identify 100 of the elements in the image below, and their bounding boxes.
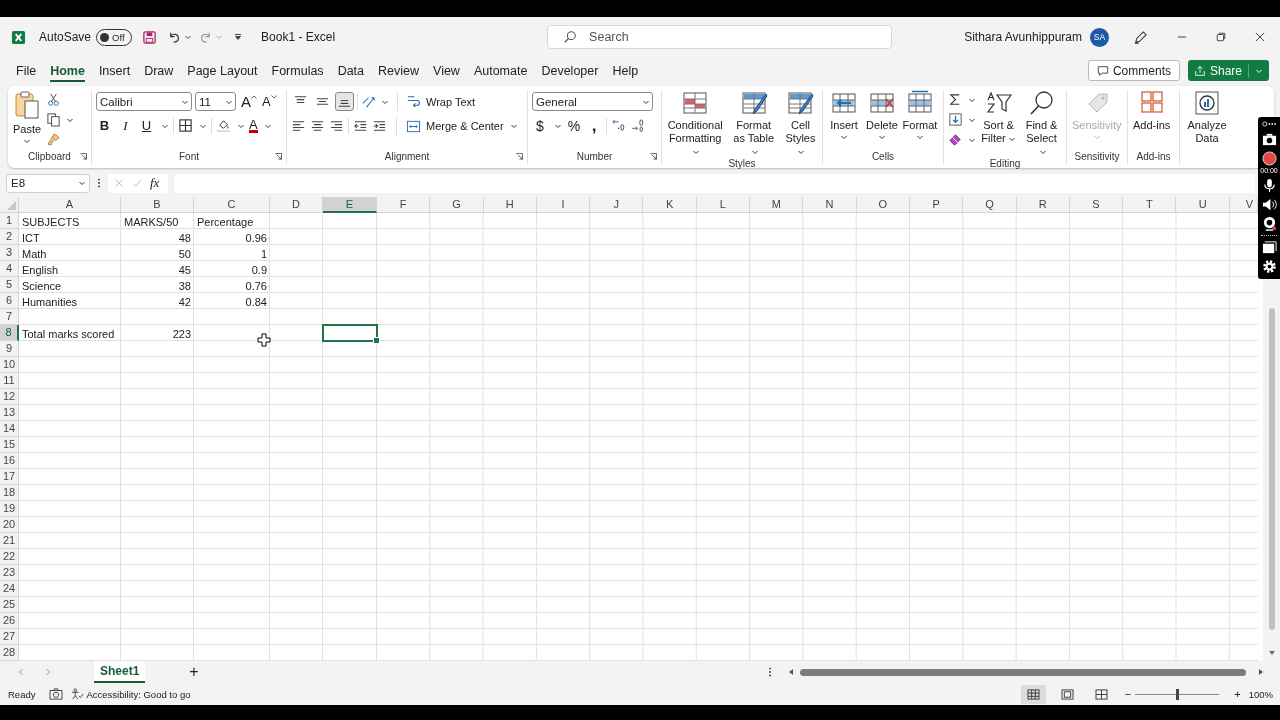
share-button[interactable]: Share [1187, 60, 1269, 81]
add-ins-button[interactable]: Add-ins [1132, 90, 1172, 132]
find-select-button[interactable]: Find & Select [1021, 90, 1062, 158]
zoom-level[interactable]: 100% [1248, 688, 1273, 700]
column-header[interactable]: R [1016, 197, 1070, 213]
row-header[interactable]: 8 [0, 325, 19, 341]
merge-center-button[interactable]: Merge & Center [406, 118, 504, 134]
column-header[interactable]: J [590, 197, 644, 213]
column-header[interactable]: B [121, 197, 194, 213]
row-header[interactable]: 3 [0, 245, 19, 261]
comma-style-button[interactable]: , [586, 117, 602, 134]
cell-styles-button[interactable]: Cell Styles [782, 90, 818, 158]
column-header[interactable]: V [1229, 197, 1258, 213]
row-header[interactable]: 15 [0, 437, 19, 453]
pen-icon[interactable] [1133, 29, 1148, 45]
comments-button[interactable]: Comments [1087, 60, 1180, 81]
webcam-icon[interactable] [1261, 216, 1277, 231]
paintbrush-icon[interactable] [46, 132, 62, 147]
increase-decimal-icon[interactable] [611, 118, 626, 133]
row-header[interactable]: 27 [0, 629, 19, 645]
row-header[interactable]: 21 [0, 533, 19, 549]
menu-tab[interactable]: Data [330, 59, 372, 82]
bottom-align-button[interactable] [335, 92, 354, 111]
menu-tab[interactable]: View [426, 59, 467, 82]
camera-icon[interactable] [1261, 132, 1277, 147]
row-header[interactable]: 1 [0, 213, 19, 229]
menu-tab[interactable]: Formulas [264, 59, 331, 82]
dialog-launcher-icon[interactable] [275, 153, 282, 160]
scrollbar-thumb[interactable] [1268, 308, 1275, 630]
search-bar[interactable]: Search [547, 25, 893, 49]
percent-button[interactable]: % [566, 117, 582, 134]
camera-icon[interactable] [49, 688, 64, 700]
fill-color-icon[interactable] [216, 118, 231, 133]
link-icon[interactable] [1261, 120, 1277, 128]
dialog-launcher-icon[interactable] [516, 153, 523, 160]
increase-indent-icon[interactable] [372, 118, 387, 134]
check-icon[interactable] [132, 178, 142, 188]
font-size-dropdown[interactable]: 11 [195, 92, 236, 111]
italic-button[interactable]: I [117, 117, 134, 134]
column-header[interactable]: K [643, 197, 697, 213]
zoom-out-button[interactable]: − [1124, 688, 1132, 700]
menu-tab[interactable]: Insert [91, 59, 138, 82]
row-header[interactable]: 26 [0, 613, 19, 629]
menu-tab[interactable]: Automate [466, 59, 535, 82]
underline-button[interactable]: U [138, 117, 155, 134]
avatar[interactable]: SA [1090, 27, 1109, 47]
borders-icon[interactable] [178, 118, 193, 133]
row-header[interactable]: 9 [0, 341, 19, 357]
align-left-icon[interactable] [291, 118, 306, 134]
column-header[interactable]: D [270, 197, 323, 213]
menu-tab[interactable]: Draw [137, 59, 181, 82]
speaker-icon[interactable] [1261, 197, 1277, 212]
restore-icon[interactable] [1216, 32, 1226, 42]
decrease-indent-icon[interactable] [353, 118, 368, 134]
column-header[interactable]: G [430, 197, 484, 213]
scroll-right-icon[interactable] [1257, 668, 1265, 676]
accessibility-status[interactable]: Accessibility: Good to go [86, 688, 191, 700]
add-sheet-button[interactable]: + [189, 663, 199, 681]
number-format-dropdown[interactable]: General [532, 92, 653, 111]
column-header[interactable]: E [323, 197, 377, 213]
column-header[interactable]: M [750, 197, 804, 213]
conditional-formatting-button[interactable]: Conditional Formatting [666, 90, 725, 158]
column-header[interactable]: H [483, 197, 537, 213]
format-button[interactable]: Format [903, 90, 937, 141]
active-cell[interactable] [322, 324, 378, 342]
scroll-down-icon[interactable] [1267, 649, 1276, 657]
font-name-dropdown[interactable]: Calibri [96, 92, 192, 111]
wrap-text-button[interactable]: Wrap Text [406, 94, 476, 109]
menu-tab[interactable]: Review [371, 59, 427, 82]
currency-button[interactable]: $ [532, 117, 548, 134]
menu-tab[interactable]: File [9, 59, 44, 82]
text-orientation-icon[interactable] [361, 94, 376, 109]
row-header[interactable]: 5 [0, 277, 19, 293]
more-icon[interactable] [97, 177, 101, 189]
settings-icon[interactable] [1261, 259, 1277, 274]
row-header[interactable]: 22 [0, 549, 19, 565]
row-header[interactable]: 19 [0, 501, 19, 517]
copy-icon[interactable] [46, 112, 62, 127]
column-header[interactable]: I [536, 197, 591, 213]
customize-menu-icon[interactable] [233, 32, 244, 42]
scissors-icon[interactable] [46, 92, 62, 107]
row-header[interactable]: 11 [0, 373, 19, 389]
name-box[interactable]: E8 [6, 173, 90, 193]
delete-button[interactable]: Delete [865, 90, 899, 141]
column-header[interactable]: L [696, 197, 751, 213]
column-header[interactable]: Q [963, 197, 1017, 213]
column-header[interactable]: S [1069, 197, 1124, 213]
row-header[interactable]: 10 [0, 357, 19, 373]
fill-down-icon[interactable] [948, 112, 963, 127]
row-header[interactable]: 28 [0, 645, 19, 661]
row-header[interactable]: 2 [0, 229, 19, 245]
zoom-in-button[interactable]: + [1234, 688, 1241, 700]
align-right-icon[interactable] [329, 118, 344, 134]
column-header[interactable]: N [803, 197, 857, 213]
accessibility-icon[interactable] [70, 688, 85, 700]
column-header[interactable]: O [856, 197, 910, 213]
dialog-launcher-icon[interactable] [80, 153, 87, 160]
row-header[interactable]: 14 [0, 421, 19, 437]
menu-tab[interactable]: Home [43, 59, 92, 82]
format-as-table-button[interactable]: Format as Table [728, 90, 779, 158]
